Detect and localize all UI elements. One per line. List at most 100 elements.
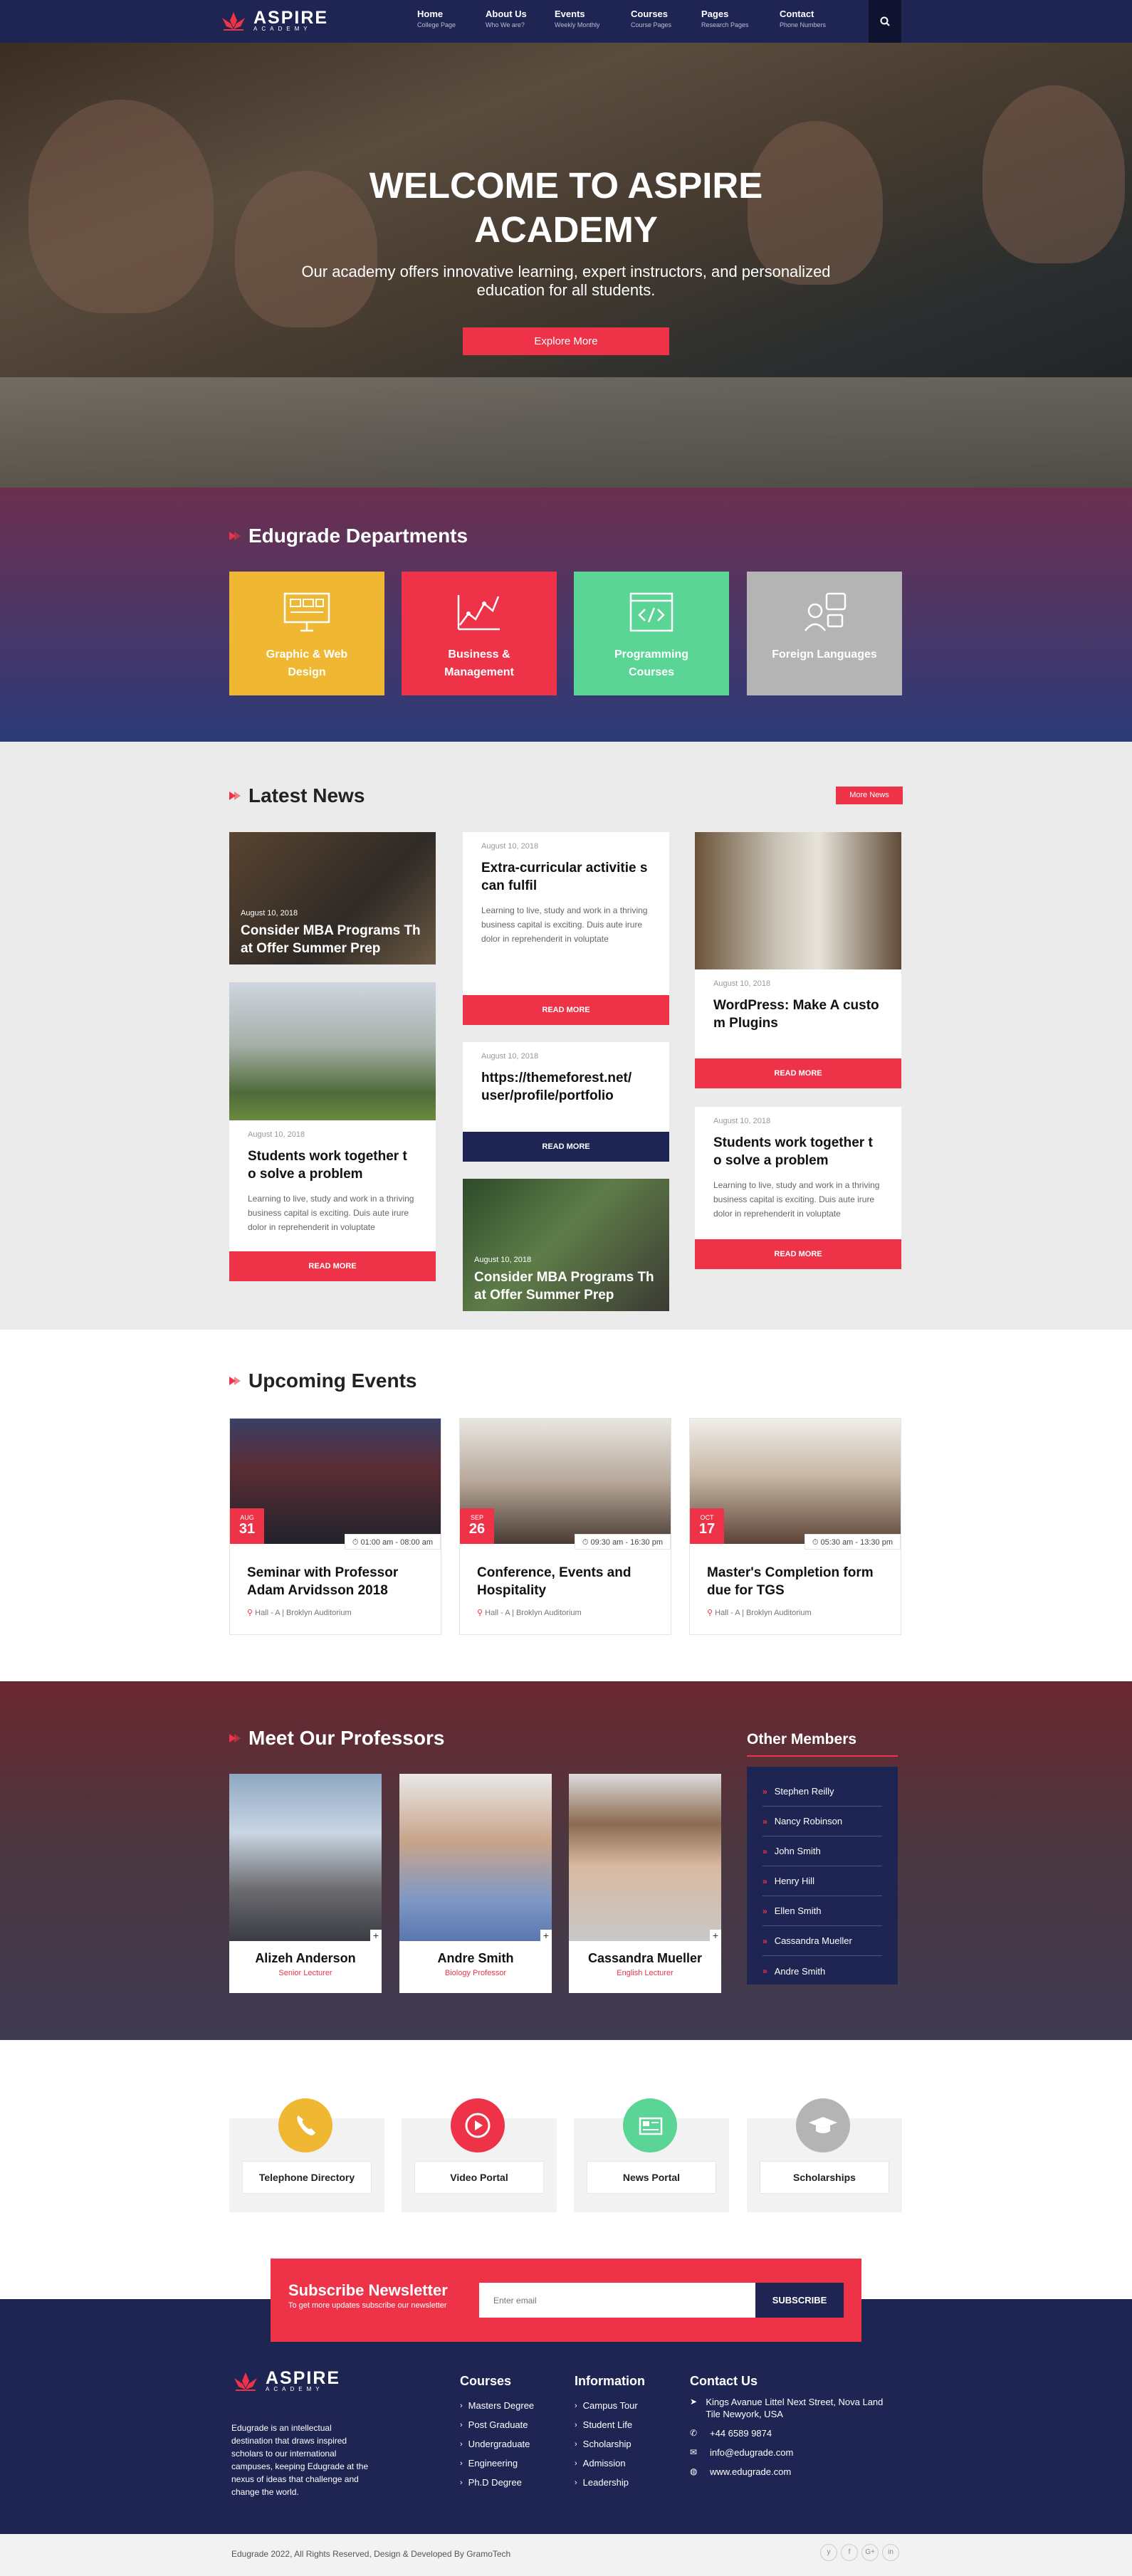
event-location: ⚲ Hall - A | Broklyn Auditorium <box>690 1599 901 1617</box>
nav-label: Contact <box>780 9 814 19</box>
linkedin-icon[interactable]: in <box>882 2544 899 2561</box>
professor-name: Cassandra Mueller <box>587 1951 703 1965</box>
social-links: y f G+ in <box>817 2544 899 2561</box>
nav-sublabel: Phone Numbers <box>780 21 827 28</box>
translate-icon <box>805 592 847 631</box>
nav-about[interactable]: About Us Who We are? <box>486 9 555 28</box>
news-title[interactable]: https://themeforest.net/ user/profile/po… <box>481 1069 651 1105</box>
email-input[interactable] <box>479 2283 755 2318</box>
section-arrow-icon <box>229 532 241 540</box>
nav-home[interactable]: Home College Page <box>417 9 486 28</box>
plus-icon[interactable]: + <box>710 1930 721 1941</box>
service-card[interactable]: News Portal <box>574 2098 729 2212</box>
footer-link[interactable]: › Scholarship <box>575 2434 645 2454</box>
read-more-button[interactable]: READ MORE <box>463 1132 669 1162</box>
news-title[interactable]: WordPress: Make A custo m Plugins <box>713 997 883 1032</box>
double-chevron-icon: » <box>762 1876 767 1886</box>
professor-card[interactable]: + Andre Smith Biology Professor <box>399 1774 552 1993</box>
nav-contact[interactable]: Contact Phone Numbers <box>780 9 851 28</box>
news-title[interactable]: Extra-curricular activitie s can fulfil <box>481 859 651 895</box>
footer-link[interactable]: › Masters Degree <box>460 2396 534 2415</box>
read-more-button[interactable]: READ MORE <box>695 1058 901 1088</box>
hero-banner: WELCOME TO ASPIRE ACADEMY Our academy of… <box>0 43 1132 488</box>
dept-card-business[interactable]: Business & Management <box>402 572 557 695</box>
explore-more-button[interactable]: Explore More <box>463 327 669 355</box>
footer-link[interactable]: › Campus Tour <box>575 2396 645 2415</box>
member-link[interactable]: » Henry Hill <box>762 1866 882 1896</box>
nav-pages[interactable]: Pages Research Pages <box>701 9 780 28</box>
contact-email[interactable]: ✉ info@edugrade.com <box>690 2446 896 2459</box>
phone-icon: ✆ <box>690 2428 698 2438</box>
search-button[interactable] <box>869 0 901 43</box>
footer-link-text: Leadership <box>582 2477 629 2488</box>
event-card[interactable]: AUG 31 ⏱ 01:00 am - 08:00 am Seminar with… <box>229 1418 441 1635</box>
professor-card[interactable]: + Cassandra Mueller English Lecturer <box>569 1774 721 1993</box>
footer-link[interactable]: › Undergraduate <box>460 2434 534 2454</box>
footer-link[interactable]: › Admission <box>575 2454 645 2473</box>
event-day: 26 <box>468 1521 486 1537</box>
footer-courses: Courses › Masters Degree › Post Graduate ›… <box>460 2374 534 2492</box>
read-more-button[interactable]: READ MORE <box>229 1251 436 1281</box>
news-title[interactable]: Students work together t o solve a probl… <box>248 1147 417 1183</box>
logo[interactable]: ASPIRE ACADEMY <box>219 9 328 33</box>
chevron-right-icon: › <box>575 2478 577 2487</box>
twitter-icon[interactable]: y <box>820 2544 837 2561</box>
member-link[interactable]: » Nancy Robinson <box>762 1807 882 1836</box>
dept-card-programming[interactable]: Programming Courses <box>574 572 729 695</box>
footer-link[interactable]: › Leadership <box>575 2473 645 2492</box>
nav-label: Pages <box>701 9 729 19</box>
other-members-title: Other Members <box>747 1731 898 1757</box>
chevron-right-icon: › <box>460 2401 463 2410</box>
member-link[interactable]: » John Smith <box>762 1836 882 1866</box>
nav-label: About Us <box>486 9 527 19</box>
section-heading: Edugrade Departments <box>248 525 468 547</box>
subscribe-button[interactable]: SUBSCRIBE <box>755 2283 844 2318</box>
news-excerpt: Learning to live, study and work in a th… <box>248 1194 414 1232</box>
service-card[interactable]: Telephone Directory <box>229 2098 384 2212</box>
member-link[interactable]: » Cassandra Mueller <box>762 1926 882 1956</box>
footer-link[interactable]: › Post Graduate <box>460 2415 534 2434</box>
chart-icon <box>457 595 500 631</box>
event-title[interactable]: Seminar with Professor Adam Arvidsson 20… <box>230 1544 441 1599</box>
event-card[interactable]: SEP 26 ⏱ 09:30 am - 16:30 pm Conference, … <box>459 1418 671 1635</box>
facebook-icon[interactable]: f <box>841 2544 858 2561</box>
dept-label: Business & Management <box>444 648 514 678</box>
nav-events[interactable]: Events Weekly Monthly <box>555 9 631 28</box>
news-title: Consider MBA Programs Th at Offer Summer… <box>474 1270 654 1303</box>
map-pin-icon: ⚲ <box>477 1609 486 1617</box>
event-title[interactable]: Conference, Events and Hospitality <box>460 1544 671 1599</box>
read-more-button[interactable]: READ MORE <box>695 1239 901 1269</box>
footer-logo[interactable]: ASPIRE ACADEMY <box>231 2370 340 2392</box>
professor-card[interactable]: + Alizeh Anderson Senior Lecturer <box>229 1774 382 1993</box>
news-card[interactable]: August 10, 2018 Consider MBA Programs Th… <box>463 1179 669 1311</box>
dept-card-graphic[interactable]: Graphic & Web Design <box>229 572 384 695</box>
news-card[interactable]: August 10, 2018 Consider MBA Programs Th… <box>229 832 436 964</box>
event-day: 31 <box>239 1521 256 1537</box>
section-heading: Upcoming Events <box>248 1370 417 1392</box>
google-plus-icon[interactable]: G+ <box>861 2544 879 2561</box>
double-chevron-icon: » <box>762 1846 767 1856</box>
footer-link[interactable]: › Ph.D Degree <box>460 2473 534 2492</box>
footer-link[interactable]: › Engineering <box>460 2454 534 2473</box>
contact-phone[interactable]: ✆ +44 6589 9874 <box>690 2427 896 2439</box>
event-card[interactable]: OCT 17 ⏱ 05:30 am - 13:30 pm Master's Com… <box>689 1418 901 1635</box>
member-link[interactable]: » Andre Smith <box>762 1956 882 1986</box>
news-title[interactable]: Students work together t o solve a probl… <box>713 1134 883 1169</box>
plus-icon[interactable]: + <box>370 1930 382 1941</box>
news-title: Latest News <box>229 784 365 807</box>
member-link[interactable]: » Ellen Smith <box>762 1896 882 1926</box>
event-image: OCT 17 <box>690 1419 901 1544</box>
contact-website[interactable]: ◍ www.edugrade.com <box>690 2466 896 2478</box>
member-link[interactable]: » Stephen Reilly <box>762 1777 882 1807</box>
more-news-button[interactable]: More News <box>836 787 903 804</box>
plus-icon[interactable]: + <box>540 1930 552 1941</box>
search-icon <box>880 16 890 26</box>
event-title[interactable]: Master's Completion form due for TGS <box>690 1544 901 1599</box>
footer-link[interactable]: › Student Life <box>575 2415 645 2434</box>
section-arrow-icon <box>229 1377 241 1385</box>
read-more-button[interactable]: READ MORE <box>463 995 669 1025</box>
nav-courses[interactable]: Courses Course Pages <box>631 9 701 28</box>
service-card[interactable]: Scholarships <box>747 2098 902 2212</box>
dept-card-languages[interactable]: Foreign Languages <box>747 572 902 695</box>
service-card[interactable]: Video Portal <box>402 2098 557 2212</box>
